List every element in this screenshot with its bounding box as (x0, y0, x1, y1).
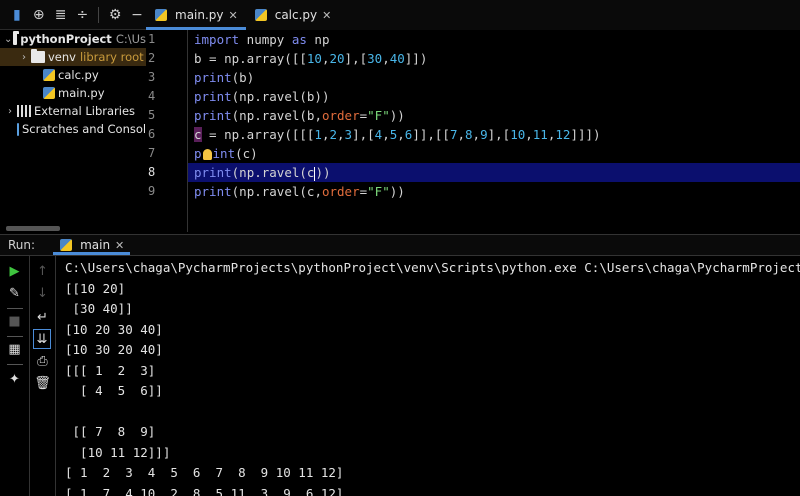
line-number: 5 (148, 108, 156, 122)
chevron-right-icon[interactable]: › (4, 106, 16, 117)
chevron-down-icon[interactable]: ⌄ (4, 34, 12, 45)
rerun-play-icon[interactable]: ▶ (0, 262, 29, 280)
console-line: [10 20 30 40] (65, 321, 163, 337)
hide-panel-icon[interactable]: − (128, 6, 146, 24)
gear-icon[interactable]: ⚙ (106, 6, 124, 24)
folder-icon (13, 31, 20, 45)
console-line: [[ 7 8 9] (65, 424, 156, 439)
line-number: 4 (148, 89, 156, 103)
code-line-6[interactable]: c = np.array([[[1,2,3],[4,5,6]],[[7,8,9]… (188, 125, 800, 144)
close-icon[interactable]: ✕ (322, 9, 331, 22)
code-line-9[interactable]: print(np.ravel(c,order="F")) (188, 182, 800, 201)
console-line: [10 30 20 40] (65, 342, 163, 357)
console-line: [ 4 5 6]] (65, 383, 163, 398)
folder-icon (31, 49, 45, 63)
scratches-icon (17, 122, 19, 136)
code-line-3[interactable]: print(b) (188, 68, 800, 87)
toolbar-divider (7, 336, 23, 337)
toolbar-divider (7, 364, 23, 365)
pin-icon[interactable]: ✦ (0, 370, 29, 388)
expand-all-icon[interactable]: ≣ (52, 6, 70, 24)
print-icon[interactable]: ⎙ (30, 352, 55, 370)
tab-label: calc.py (274, 8, 318, 22)
tab-calc-py[interactable]: calc.py ✕ (246, 0, 340, 30)
project-panel-icon[interactable]: ▮ (8, 6, 26, 24)
run-console-output[interactable]: C:\Users\chaga\PycharmProjects\pythonPro… (56, 256, 800, 496)
tree-item-label: main.py (58, 86, 105, 100)
close-icon[interactable]: ✕ (229, 9, 238, 22)
run-label: Run: (8, 238, 36, 252)
soft-wrap-icon[interactable]: ↵ (30, 308, 55, 326)
line-number: 1 (148, 32, 156, 46)
toolbar-divider (7, 308, 23, 309)
editor-tab-bar: main.py ✕ calc.py ✕ (146, 0, 800, 31)
project-tree-scrollbar[interactable] (6, 226, 60, 231)
run-panel-header: Run: main ✕ (0, 234, 800, 256)
tree-item-label: Scratches and Consoles (22, 122, 146, 136)
tree-item-venv[interactable]: › venv library root (0, 48, 146, 66)
line-number: 7 (148, 146, 156, 160)
toolbar-divider (98, 6, 100, 23)
tree-item-label: venv (48, 50, 76, 64)
scroll-down-icon[interactable]: ↓ (30, 284, 55, 302)
tree-item-main-py[interactable]: main.py (0, 84, 146, 102)
tree-item-path: C:\Us (115, 32, 146, 46)
code-line-8-current[interactable]: print(np.ravel(c)) (188, 163, 800, 182)
console-line: [30 40]] (65, 301, 133, 316)
code-line-2[interactable]: b = np.array([[10,20],[30,40]]) (188, 49, 800, 68)
console-line: [ 1 2 3 4 5 6 7 8 9 10 11 12] (65, 465, 344, 480)
lightbulb-icon[interactable] (202, 149, 212, 160)
code-line-4[interactable]: print(np.ravel(b)) (188, 87, 800, 106)
scroll-to-end-icon[interactable]: ⇊ (33, 329, 51, 349)
tab-main-py[interactable]: main.py ✕ (146, 0, 246, 30)
tree-item-label: pythonProject (20, 32, 112, 46)
run-tab-label: main (80, 238, 111, 252)
wrench-settings-icon[interactable]: ✎ (0, 284, 29, 302)
line-number: 9 (148, 184, 156, 198)
python-icon (60, 239, 73, 251)
tree-item-label: calc.py (58, 68, 99, 82)
library-bars-icon (17, 105, 31, 117)
scroll-up-icon[interactable]: ↑ (30, 262, 55, 280)
tree-item-pythonproject[interactable]: ⌄ pythonProject C:\Us (0, 30, 146, 48)
code-line-7[interactable]: p int(c) (188, 144, 800, 163)
console-line: [10 11 12]]] (65, 444, 171, 460)
code-line-1[interactable]: import numpy as np (188, 30, 800, 49)
library-root-label: library root (79, 50, 144, 64)
tab-label: main.py (175, 8, 224, 22)
line-number-current: 8 (148, 165, 156, 179)
collapse-all-icon[interactable]: ÷ (73, 6, 91, 24)
python-file-icon (43, 69, 55, 81)
run-tab-main[interactable]: main ✕ (53, 235, 131, 255)
console-line: [[10 20] (65, 280, 126, 296)
python-file-icon (43, 87, 55, 99)
console-line: C:\Users\chaga\PycharmProjects\pythonPro… (65, 260, 800, 275)
line-number: 2 (148, 51, 156, 65)
layout-icon[interactable]: ▦ (0, 340, 29, 358)
console-line: [[[ 1 2 3] (65, 362, 156, 378)
code-editor[interactable]: import numpy as np b = np.array([[10,20]… (188, 30, 800, 232)
line-number: 6 (148, 127, 156, 141)
console-toolbar: ↑ ↓ ↵ ⇊ ⎙ 🗑 (30, 256, 56, 496)
chevron-right-icon[interactable]: › (18, 52, 30, 63)
trash-icon[interactable]: 🗑 (30, 374, 55, 392)
project-tree: ⌄ pythonProject C:\Us › venv library roo… (0, 30, 146, 222)
python-file-icon (155, 9, 167, 21)
tree-item-scratches[interactable]: Scratches and Consoles (0, 120, 146, 138)
tree-item-calc-py[interactable]: calc.py (0, 66, 146, 84)
tree-item-label: External Libraries (34, 104, 136, 118)
code-line-5[interactable]: print(np.ravel(b,order="F")) (188, 106, 800, 125)
target-locate-icon[interactable]: ⊕ (30, 6, 48, 24)
project-toolbar: ▮ ⊕ ≣ ÷ ⚙ − (0, 0, 146, 30)
python-file-icon (254, 9, 267, 21)
line-number-gutter: 1 2 3 4 5 6 7 8 9 (146, 30, 188, 232)
run-toolbar: ▶ ✎ ■ ▦ ✦ (0, 256, 30, 496)
tree-item-external-libraries[interactable]: › External Libraries (0, 102, 146, 120)
console-line: [ 1 7 4 10 2 8 5 11 3 9 6 12] (65, 485, 344, 496)
line-number: 3 (148, 70, 156, 84)
close-icon[interactable]: ✕ (115, 239, 124, 252)
stop-icon[interactable]: ■ (0, 312, 29, 330)
